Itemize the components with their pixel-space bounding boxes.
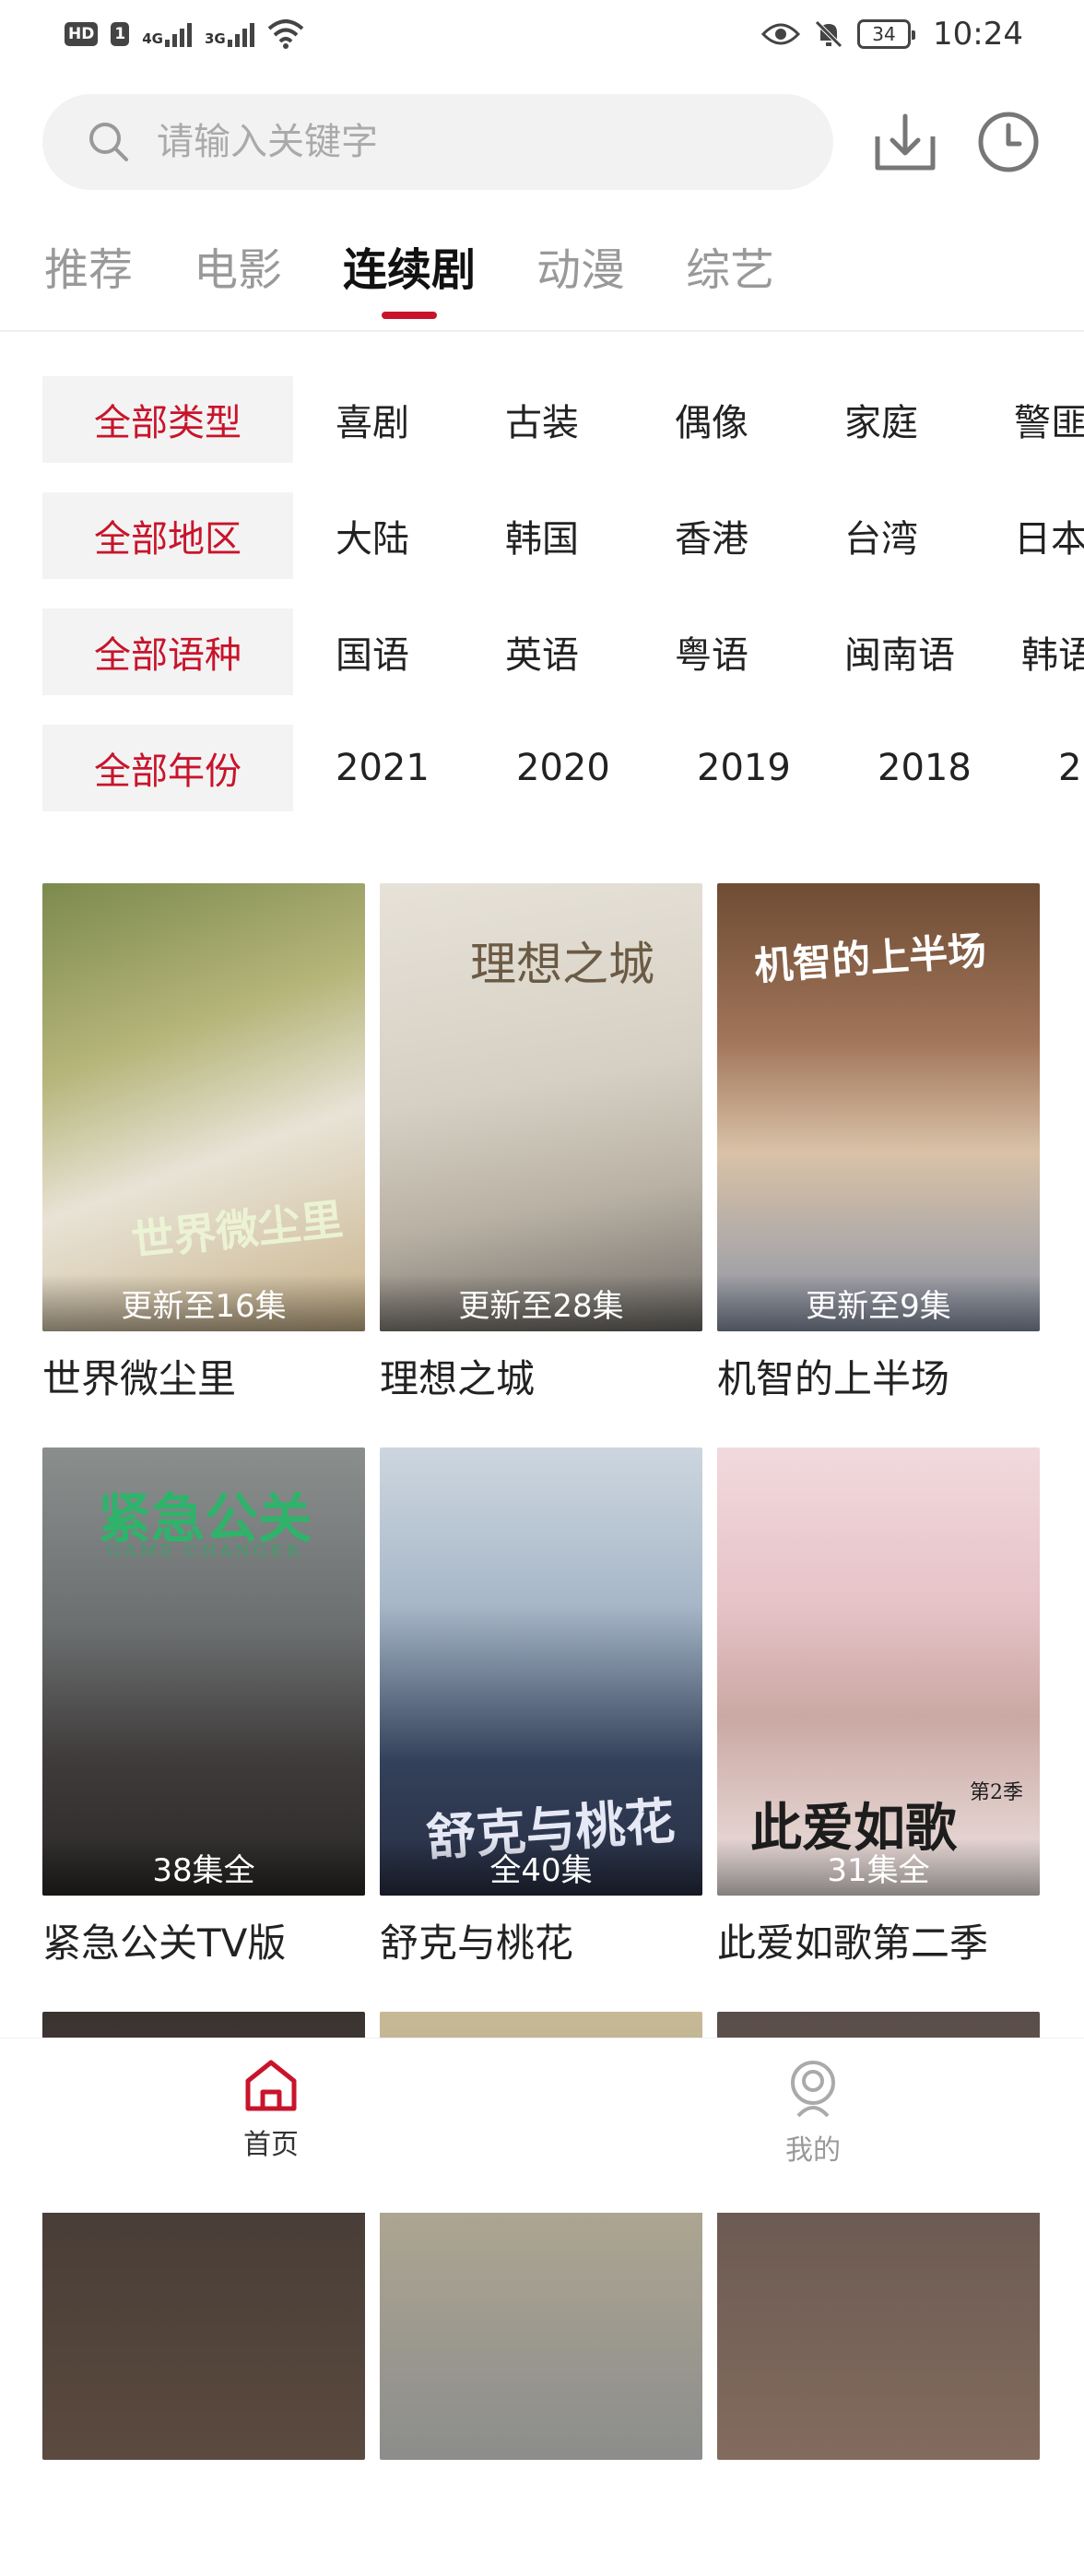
bottom-nav: 首页 我的	[0, 2038, 1084, 2213]
poster-title-art: 世界微尘里	[129, 1194, 346, 1266]
show-poster[interactable]: 世界微尘里 更新至16集	[42, 883, 365, 1331]
show-card[interactable]: 舒克与桃花 全40集 舒克与桃花	[380, 1448, 702, 2012]
net-label-3g: 3G	[204, 30, 226, 47]
signal-4g-icon: 4G	[142, 21, 192, 47]
filter-all-year[interactable]: 全部年份	[42, 725, 293, 811]
show-card[interactable]: 紧急公关 GAME CHANGER 38集全 紧急公关TV版	[42, 1448, 365, 2012]
clock-icon	[978, 112, 1039, 172]
filter-row-region: 全部地区 大陆 韩国 香港 台湾 日本	[0, 492, 1084, 579]
show-title[interactable]: 紧急公关TV版	[42, 1912, 365, 1968]
nav-mine[interactable]: 我的	[542, 2038, 1084, 2213]
status-bar: HD 1 4G 3G 34 10:24	[0, 0, 1084, 68]
home-icon	[245, 2060, 297, 2111]
filter-option[interactable]: 2017	[1058, 747, 1084, 789]
show-card[interactable]: 理想之城 更新至28集 理想之城	[380, 883, 702, 1448]
show-poster[interactable]: 此爱如歌 第2季 31集全	[717, 1448, 1040, 1896]
filter-option[interactable]: 粤语	[675, 625, 800, 679]
filter-option[interactable]: 家庭	[844, 393, 970, 446]
filter-option[interactable]: 2018	[878, 747, 1016, 789]
wifi-icon	[267, 19, 304, 49]
filter-option[interactable]: 2021	[336, 747, 474, 789]
show-title[interactable]: 此爱如歌第二季	[717, 1912, 1040, 1968]
filter-option[interactable]: 2020	[516, 747, 654, 789]
show-poster[interactable]: 舒克与桃花 全40集	[380, 1448, 702, 1896]
show-card[interactable]: 世界微尘里 更新至16集 世界微尘里	[42, 883, 365, 1448]
show-title[interactable]: 理想之城	[380, 1348, 702, 1404]
episode-badge: 更新至28集	[380, 1274, 702, 1331]
filter-option[interactable]: 台湾	[844, 509, 970, 562]
filter-option[interactable]: 偶像	[675, 393, 800, 446]
download-button[interactable]	[872, 109, 938, 175]
clock-time: 10:24	[933, 16, 1023, 53]
show-card[interactable]: 机智的上半场 更新至9集 机智的上半场	[717, 883, 1040, 1448]
filter-option[interactable]: 喜剧	[336, 393, 461, 446]
episode-badge: 更新至16集	[42, 1274, 365, 1331]
eye-icon	[761, 23, 801, 45]
tab-variety[interactable]: 综艺	[686, 230, 774, 319]
mute-bell-icon	[815, 20, 842, 48]
filter-option[interactable]: 日本	[1014, 509, 1084, 562]
filter-option[interactable]: 香港	[675, 509, 800, 562]
tab-series[interactable]: 连续剧	[343, 230, 476, 319]
show-poster[interactable]: 紧急公关 GAME CHANGER 38集全	[42, 1448, 365, 1896]
episode-badge: 38集全	[42, 1838, 365, 1896]
episode-badge: 31集全	[717, 1838, 1040, 1896]
filter-row-year: 全部年份 2021 2020 2019 2018 2017	[0, 725, 1084, 811]
filter-option[interactable]: 英语	[505, 625, 630, 679]
battery-icon: 34	[857, 19, 916, 49]
history-button[interactable]	[975, 109, 1042, 175]
filter-all-region[interactable]: 全部地区	[42, 492, 293, 579]
filter-option[interactable]: 韩语	[1021, 625, 1084, 679]
search-input[interactable]	[155, 120, 782, 164]
filter-option[interactable]: 2019	[697, 747, 835, 789]
filter-option[interactable]: 警匪	[1014, 393, 1084, 446]
tab-recommend[interactable]: 推荐	[44, 230, 133, 319]
poster-subtitle-art: 第2季	[970, 1781, 1023, 1804]
episode-badge: 全40集	[380, 1838, 702, 1896]
filter-row-language: 全部语种 国语 英语 粤语 闽南语 韩语	[0, 609, 1084, 695]
filter-option[interactable]: 古装	[505, 393, 630, 446]
show-title[interactable]: 世界微尘里	[42, 1348, 365, 1404]
filter-panel: 全部类型 喜剧 古装 偶像 家庭 警匪 全部地区 大陆 韩国 香港 台湾 日本 …	[0, 376, 1084, 841]
show-card[interactable]: 此爱如歌 第2季 31集全 此爱如歌第二季	[717, 1448, 1040, 2012]
download-icon	[875, 113, 936, 171]
nav-mine-label: 我的	[785, 2134, 841, 2167]
poster-title-art: 机智的上半场	[752, 928, 988, 989]
show-title[interactable]: 舒克与桃花	[380, 1912, 702, 1968]
show-title[interactable]: 机智的上半场	[717, 1348, 1040, 1404]
episode-badge: 更新至9集	[717, 1274, 1040, 1331]
nav-home[interactable]: 首页	[0, 2038, 542, 2213]
status-right: 34 10:24	[761, 16, 1023, 53]
filter-option[interactable]: 大陆	[336, 509, 461, 562]
profile-icon	[791, 2061, 835, 2118]
sim-badge: 1	[111, 22, 130, 46]
status-left: HD 1 4G 3G	[65, 19, 304, 49]
tab-anime[interactable]: 动漫	[536, 230, 625, 319]
filter-option[interactable]: 韩国	[505, 509, 630, 562]
search-bar[interactable]	[42, 94, 833, 190]
category-tabs: 推荐 电影 连续剧 动漫 综艺	[0, 230, 1084, 332]
filter-row-type: 全部类型 喜剧 古装 偶像 家庭 警匪	[0, 376, 1084, 463]
show-grid: 世界微尘里 更新至16集 世界微尘里 理想之城 更新至28集 理想之城 机智的上…	[42, 883, 1042, 2576]
poster-subtitle-art: GAME CHANGER	[107, 1542, 302, 1561]
show-poster[interactable]: 理想之城 更新至28集	[380, 883, 702, 1331]
signal-3g-icon: 3G	[205, 21, 254, 47]
filter-all-type[interactable]: 全部类型	[42, 376, 293, 463]
search-row	[0, 92, 1084, 194]
battery-level: 34	[872, 23, 896, 45]
tab-movies[interactable]: 电影	[194, 230, 282, 319]
filter-option[interactable]: 闽南语	[844, 625, 981, 679]
net-label-4g: 4G	[142, 30, 163, 47]
show-poster[interactable]: 机智的上半场 更新至9集	[717, 883, 1040, 1331]
hd-badge: HD	[65, 22, 99, 46]
nav-home-label: 首页	[243, 2129, 299, 2161]
poster-title-art: 理想之城	[470, 938, 654, 991]
filter-option[interactable]: 国语	[336, 625, 461, 679]
search-icon	[89, 123, 128, 161]
filter-all-language[interactable]: 全部语种	[42, 609, 293, 695]
